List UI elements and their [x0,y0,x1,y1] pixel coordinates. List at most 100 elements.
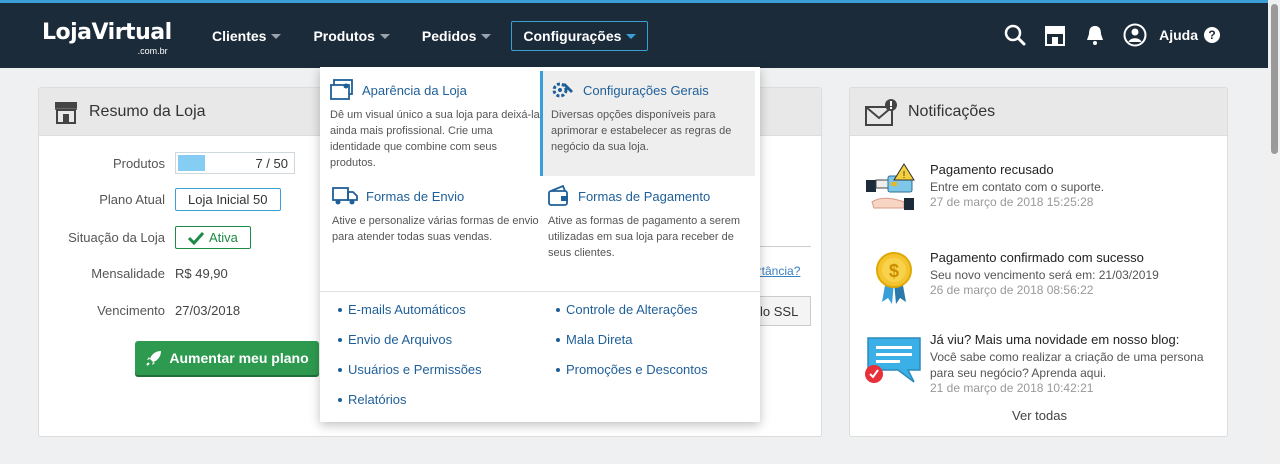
help-link[interactable]: Ajuda ? [1159,27,1220,43]
menu-item-title: Formas de Envio [332,185,546,207]
row-produtos: Produtos 7 / 50 [39,152,295,174]
bullet-icon [338,397,342,402]
menu-item-title: Configurações Gerais [551,79,755,101]
notification-text: Já viu? Mais uma novidade em nosso blog:… [930,332,1220,395]
panel-title: Resumo da Loja [89,102,206,120]
bell-icon[interactable] [1083,23,1107,47]
chevron-down-icon [271,33,282,39]
menu-link-label: Usuários e Permissões [348,362,482,377]
mensalidade-label: Mensalidade [91,266,165,281]
notification-date: 27 de março de 2018 15:25:28 [930,195,1094,209]
vencimento-value: 27/03/2018 [175,303,241,318]
bullet-icon [338,367,342,372]
settings-tools-icon [552,82,573,98]
panel-header: Notificações [850,88,1227,136]
produtos-value: 7 / 50 [255,156,288,171]
bullet-icon [338,307,342,312]
situacao-value: Ativa [209,230,238,245]
user-icon[interactable] [1123,23,1147,47]
top-icons: Ajuda ? [987,23,1220,47]
menu-formas-de-pagamento[interactable]: Formas de Pagamento Ative as formas de p… [548,185,748,261]
row-vencimento: Vencimento 27/03/2018 [39,303,240,318]
svg-text:!: ! [903,170,906,181]
menu-link-label: E-mails Automáticos [348,302,466,317]
nav-produtos[interactable]: Produtos [301,21,401,51]
blog-news-icon [865,337,921,383]
panel-title: Notificações [908,102,996,120]
menu-link-mala-direta[interactable]: Mala Direta [556,332,632,347]
nav-clientes-label: Clientes [212,28,267,44]
scrollbar-thumb[interactable] [1271,4,1278,154]
upgrade-plan-label: Aumentar meu plano [169,350,309,366]
notification-body: Entre em contato com o suporte. [930,180,1105,194]
menu-link-envio-de-arquivos[interactable]: Envio de Arquivos [338,332,452,347]
menu-link-controle-de-alteracoes[interactable]: Controle de Alterações [556,302,698,317]
ssl-label: lo SSL [760,303,799,319]
chevron-down-icon [481,33,492,39]
notification-text: Pagamento recusado Entre em contato com … [930,162,1104,218]
menu-title-label: Formas de Envio [366,188,465,204]
menu-item-description: Ative e personalize várias formas de env… [332,215,539,243]
configuracoes-dropdown-menu: Aparência da Loja Dê um visual único a s… [320,67,760,422]
main-nav: Clientes Produtos Pedidos Configurações [200,21,656,51]
row-mensalidade: Mensalidade R$ 49,90 [39,266,228,281]
top-navbar: LojaVirtual .com.br Clientes Produtos Pe… [0,0,1280,68]
bullet-icon [556,367,560,372]
row-plano: Plano Atual Loja Inicial 50 [39,188,281,211]
chevron-down-icon [626,33,637,39]
menu-title-label: Aparência da Loja [362,82,467,98]
notification-date: 26 de março de 2018 08:56:22 [930,283,1094,297]
menu-link-label: Controle de Alterações [566,302,698,317]
menu-link-usuarios-e-permissoes[interactable]: Usuários e Permissões [338,362,482,377]
nav-clientes[interactable]: Clientes [200,21,293,51]
check-icon [188,231,204,245]
produtos-label: Produtos [112,155,165,171]
logo-subtext: .com.br [137,46,168,56]
store-icon [55,101,77,124]
see-all-link[interactable]: Ver todas [850,408,1229,423]
notification-item[interactable]: ! Pagamento recusado Entre em contato co… [864,162,1104,218]
menu-title-label: Formas de Pagamento [578,188,711,204]
menu-link-relatorios[interactable]: Relatórios [338,392,407,407]
menu-item-title: Aparência da Loja [330,79,544,101]
bullet-icon [556,307,560,312]
nav-produtos-label: Produtos [313,28,375,44]
menu-formas-de-envio[interactable]: Formas de Envio Ative e personalize vári… [332,185,546,245]
search-icon[interactable] [1003,23,1027,47]
nav-pedidos[interactable]: Pedidos [410,21,503,51]
status-badge: Ativa [175,226,251,249]
page-scrollbar[interactable] [1268,0,1280,464]
menu-link-emails-automaticos[interactable]: E-mails Automáticos [338,302,466,317]
nav-configuracoes[interactable]: Configurações [511,21,649,51]
truck-icon [332,187,358,205]
menu-link-promocoes-e-descontos[interactable]: Promoções e Descontos [556,362,708,377]
produtos-progress: 7 / 50 [175,152,295,174]
menu-item-title: Formas de Pagamento [548,185,748,207]
progress-fill [178,155,206,171]
notification-text: Pagamento confirmado com sucesso Seu nov… [930,250,1159,306]
wallet-icon [548,185,568,206]
menu-configuracoes-gerais[interactable]: Configurações Gerais Diversas opções dis… [540,71,755,176]
menu-item-description: Dê um visual único a sua loja para deixá… [330,109,540,169]
mensalidade-value: R$ 49,90 [175,266,228,281]
logo[interactable]: LojaVirtual .com.br [42,19,172,56]
upgrade-plan-button[interactable]: Aumentar meu plano [135,341,319,375]
bullet-icon [556,337,560,342]
row-situacao: Situação da Loja Ativa [39,226,251,249]
notification-item[interactable]: $ Pagamento confirmado com sucesso Seu n… [864,250,1159,306]
notification-title: Pagamento confirmado com sucesso [930,250,1144,265]
notification-item[interactable]: Já viu? Mais uma novidade em nosso blog:… [864,332,1220,395]
menu-divider [320,291,760,292]
ssl-button[interactable]: lo SSL [757,296,811,326]
nav-pedidos-label: Pedidos [421,28,477,44]
payment-declined-icon: ! [866,163,915,210]
store-icon[interactable] [1043,23,1067,47]
plano-label: Plano Atual [99,192,165,207]
notification-body: Você sabe como realizar a criação de uma… [930,350,1204,380]
notification-date: 21 de março de 2018 10:42:21 [930,381,1094,395]
notification-title: Pagamento recusado [930,162,1054,177]
payment-confirmed-icon: $ [876,252,912,304]
menu-aparencia-da-loja[interactable]: Aparência da Loja Dê um visual único a s… [330,79,544,171]
notification-body: Seu novo vencimento será em: 21/03/2019 [930,268,1159,282]
menu-link-label: Mala Direta [566,332,633,347]
